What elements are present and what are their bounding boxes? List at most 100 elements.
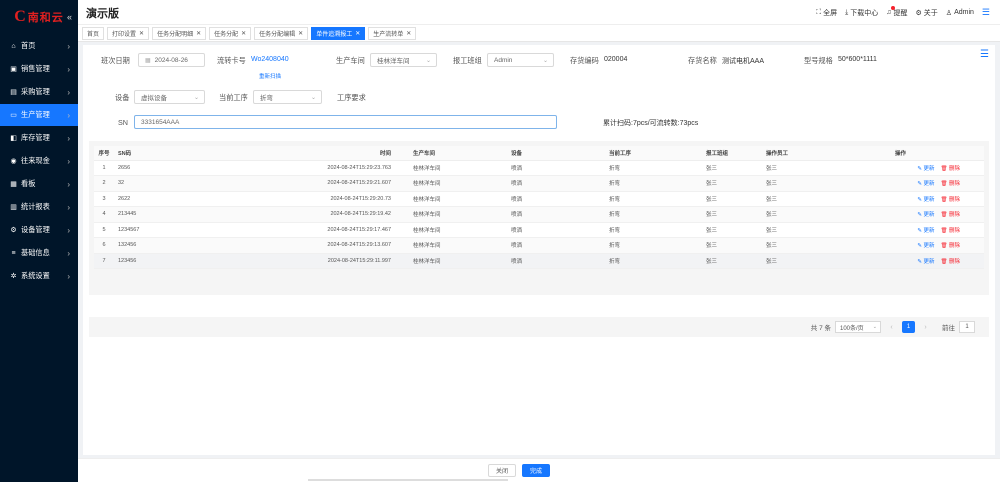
cell-process: 折弯 xyxy=(605,160,702,176)
chevron-right-icon: › xyxy=(67,110,70,120)
device-select[interactable]: 虚拟设备 ⌄ xyxy=(134,90,205,104)
cell-operator: 张三 xyxy=(762,160,817,176)
sidebar-item[interactable]: ▤ 采购管理 › xyxy=(0,81,78,103)
update-label: 更新 xyxy=(923,196,935,203)
sidebar-item[interactable]: ▭ 生产管理 › xyxy=(0,104,78,126)
delete-button[interactable]: 🗑︎ 删除 xyxy=(940,181,960,187)
delete-button[interactable]: 🗑︎ 删除 xyxy=(940,259,960,265)
about-label: 关于 xyxy=(923,9,938,17)
table-row[interactable]: 3 2622 2024-08-24T15:29:20.73 桂林洋车间 喷洒 折弯 张三 张三… xyxy=(94,191,984,207)
tab[interactable]: 首页 xyxy=(82,26,105,40)
tab-label: 任务分配 xyxy=(214,31,239,38)
delete-button[interactable]: 🗑︎ 删除 xyxy=(940,197,960,203)
page-number-current[interactable]: 1 xyxy=(902,321,915,333)
tab[interactable]: 任务分配编辑 ✕ xyxy=(254,26,309,40)
cell-workshop: 桂林洋车间 xyxy=(409,175,507,192)
update-button[interactable]: ✎ 更新 xyxy=(917,181,934,187)
table-row[interactable]: 4 213445 2024-08-24T15:29:19.42 桂林洋车间 喷洒 折弯 张三… xyxy=(94,206,984,223)
cell-sn: 213445 xyxy=(114,206,319,223)
table-row[interactable]: 6 132456 2024-08-24T15:29:13.607 桂林洋车间 喷洒 折弯张… xyxy=(94,237,984,254)
column-settings-icon[interactable]: ☰ xyxy=(980,49,989,60)
close-icon[interactable]: ✕ xyxy=(406,30,411,37)
collapse-sidebar-icon[interactable]: « xyxy=(67,12,72,22)
sidebar-item[interactable]: ◉ 往来现金 › xyxy=(0,150,78,172)
board-icon: ▦ xyxy=(10,181,17,188)
sidebar-item[interactable]: ⌂ 首页 › xyxy=(0,35,78,57)
close-button[interactable]: 关闭 xyxy=(488,464,516,477)
remind-button[interactable]: ♫ 提醒 xyxy=(886,5,908,18)
cell-actions: ✎ 更新 🗑︎ 删除 xyxy=(817,253,984,269)
tab[interactable]: 任务分配明细 ✕ xyxy=(152,26,207,40)
settings-icon: ✲ xyxy=(10,273,17,280)
trash-icon: 🗑︎ xyxy=(940,243,949,250)
sidebar-item[interactable]: ⚙ 设备管理 › xyxy=(0,219,78,241)
prev-page-button[interactable]: ‹ xyxy=(885,321,898,333)
done-button[interactable]: 完成 xyxy=(522,464,550,477)
process-select[interactable]: 折弯 ⌄ xyxy=(253,90,322,104)
cell-workshop: 桂林洋车间 xyxy=(409,222,507,238)
spec-value: 50*600*1111 xyxy=(838,56,877,63)
tab[interactable]: 任务分配 ✕ xyxy=(209,26,252,40)
tab[interactable]: 生产流转单 ✕ xyxy=(368,26,417,40)
flow-card-value[interactable]: Wo2408040 xyxy=(251,56,289,63)
chevron-right-icon: › xyxy=(67,87,70,97)
tab[interactable]: 打印设置 ✕ xyxy=(107,26,150,40)
next-page-button[interactable]: › xyxy=(919,321,932,333)
scan-table-container: 序号 SN码 时间 生产车间 设备 当前工序 报工班组 操作员工 操作 1 2656 2024-08… xyxy=(89,141,989,295)
update-button[interactable]: ✎ 更新 xyxy=(917,243,934,249)
sidebar-item[interactable]: ≡ 基础信息 › xyxy=(0,242,78,264)
process-value: 折弯 xyxy=(260,95,273,102)
tab[interactable]: 单件追溯报工 ✕ xyxy=(311,26,366,40)
delete-button[interactable]: 🗑︎ 删除 xyxy=(940,228,960,234)
table-row[interactable]: 5 1234567 2024-08-24T15:29:17.467 桂林洋车间 喷洒 折弯… xyxy=(94,222,984,238)
column-header: 序号 xyxy=(94,146,114,161)
close-icon[interactable]: ✕ xyxy=(139,30,144,37)
rescan-link[interactable]: 重新扫描 xyxy=(259,72,281,80)
table-row[interactable]: 7 123456 2024-08-24T15:29:11.997 桂林洋车间 喷洒 折弯张… xyxy=(94,253,984,269)
cell-no: 1 xyxy=(94,160,114,176)
close-icon[interactable]: ✕ xyxy=(298,30,303,37)
truck-icon: ▤ xyxy=(10,89,17,96)
fullscreen-button[interactable]: ⛶ 全屏 xyxy=(816,8,837,18)
sidebar-item[interactable]: ▣ 销售管理 › xyxy=(0,58,78,80)
workshop-label: 生产车间 xyxy=(336,56,365,65)
header-menu-icon[interactable]: ☰ xyxy=(982,7,990,18)
sidebar-item[interactable]: ◧ 库存管理 › xyxy=(0,127,78,149)
close-icon[interactable]: ✕ xyxy=(196,30,201,37)
sidebar-item-label: 库存管理 xyxy=(21,133,50,142)
delete-button[interactable]: 🗑︎ 删除 xyxy=(940,166,960,172)
delete-button[interactable]: 🗑︎ 删除 xyxy=(940,212,960,218)
update-button[interactable]: ✎ 更新 xyxy=(917,197,934,203)
close-icon[interactable]: ✕ xyxy=(241,30,246,37)
sidebar-item-label: 采购管理 xyxy=(21,87,50,96)
horizontal-scrollbar[interactable] xyxy=(308,479,508,481)
goto-page-input[interactable]: 1 xyxy=(959,321,975,333)
user-menu[interactable]: ♙ Admin xyxy=(946,9,974,17)
update-button[interactable]: ✎ 更新 xyxy=(917,259,934,265)
update-button[interactable]: ✎ 更新 xyxy=(917,166,934,172)
update-label: 更新 xyxy=(923,258,935,265)
shift-date-input[interactable]: ▦ 2024-08-26 xyxy=(138,53,205,67)
cell-workshop: 桂林洋车间 xyxy=(409,191,507,207)
download-center-button[interactable]: ⤓ 下载中心 xyxy=(845,8,878,18)
box-icon: ◧ xyxy=(10,135,17,142)
sidebar-item[interactable]: ▦ 看板 › xyxy=(0,173,78,195)
sidebar-item[interactable]: ✲ 系统设置 › xyxy=(0,265,78,287)
inventory-code-label: 存货编码 xyxy=(570,56,599,65)
notification-dot xyxy=(891,5,896,10)
team-select[interactable]: Admin ⌄ xyxy=(487,53,554,67)
cell-actions: ✎ 更新 🗑︎ 删除 xyxy=(817,206,984,223)
sidebar-item[interactable]: ▥ 统计报表 › xyxy=(0,196,78,218)
header: 演示版 ⛶ 全屏 ⤓ 下载中心 ♫ 提醒 ⚙ 关于 ♙ Admin ☰ xyxy=(78,0,1000,24)
delete-button[interactable]: 🗑︎ 删除 xyxy=(940,243,960,249)
update-button[interactable]: ✎ 更新 xyxy=(917,212,934,218)
page-size-select[interactable]: 100条/页 ⌄ xyxy=(835,321,881,333)
table-row[interactable]: 2 32 2024-08-24T15:29:21.607 桂林洋车间 喷洒 折弯 张三 张三 ✎… xyxy=(94,175,984,192)
sn-input[interactable]: 3331654AAA xyxy=(134,115,557,129)
about-button[interactable]: ⚙ 关于 xyxy=(916,8,938,18)
cell-sn: 132456 xyxy=(114,237,319,254)
table-row[interactable]: 1 2656 2024-08-24T15:29:23.763 桂林洋车间 喷洒 折弯 张三张… xyxy=(94,160,984,176)
update-button[interactable]: ✎ 更新 xyxy=(917,228,934,234)
close-icon[interactable]: ✕ xyxy=(355,30,360,37)
workshop-select[interactable]: 桂林洋车间 ⌄ xyxy=(370,53,437,67)
